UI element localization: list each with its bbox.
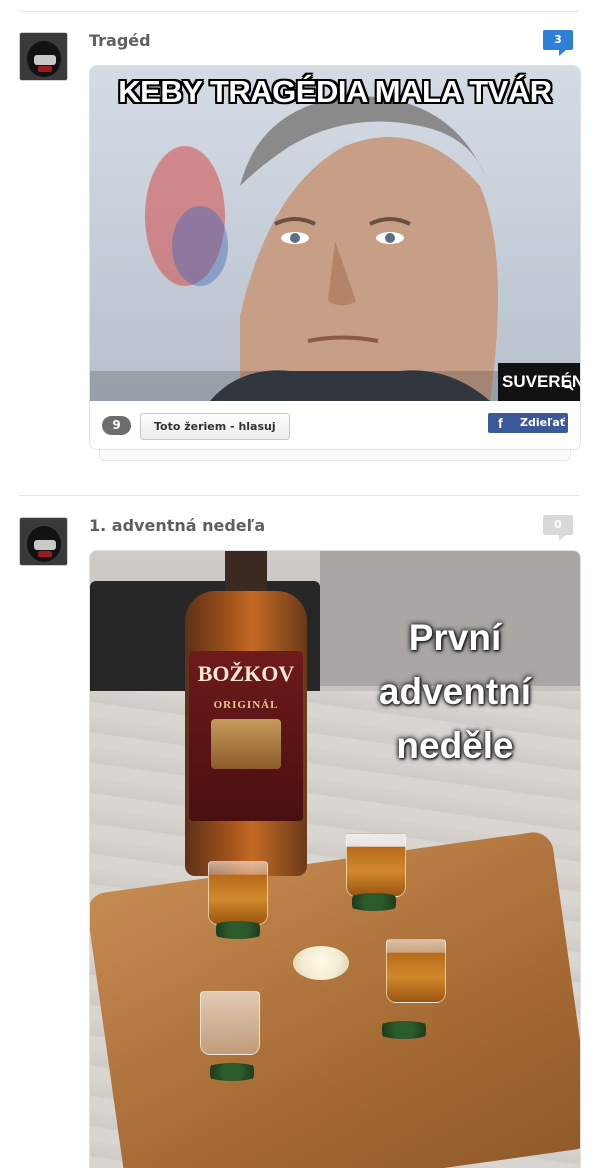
bottle-brand: BOŽKOV — [197, 661, 295, 686]
separator — [19, 11, 579, 12]
shot-glass-empty — [200, 991, 260, 1055]
comment-count-badge[interactable]: 0 — [543, 515, 573, 541]
post-actions: 9 Toto žeriem - hlasuj f Zdieľať — [90, 401, 580, 449]
tealight-candle — [293, 946, 349, 980]
post-card: BOŽKOV ORIGINÁL První adventní neděle — [89, 550, 581, 1168]
share-label: Zdieľať — [520, 416, 566, 429]
shot-glass — [208, 861, 268, 925]
pine-sprig — [208, 921, 268, 939]
avatar-image — [20, 33, 67, 80]
shot-glass — [386, 939, 446, 1003]
zoom-icon[interactable] — [562, 379, 574, 391]
bottle-label: BOŽKOV ORIGINÁL — [189, 651, 303, 821]
pine-sprig — [202, 1063, 262, 1081]
avatar[interactable] — [19, 517, 68, 566]
post-card: KEBY TRAGÉDIA MALA TVÁR SUVERÉN 9 Toto ž… — [89, 65, 581, 450]
meme-image[interactable]: BOŽKOV ORIGINÁL První adventní neděle — [90, 551, 580, 1168]
pine-sprig — [374, 1021, 434, 1039]
comment-count-badge[interactable]: 3 — [543, 30, 573, 56]
post-title[interactable]: Tragéd — [89, 31, 151, 50]
meme-caption: KEBY TRAGÉDIA MALA TVÁR — [118, 74, 552, 109]
ship-illustration — [211, 719, 281, 769]
meme-line-3: neděle — [396, 725, 514, 766]
bottle: BOŽKOV ORIGINÁL — [185, 551, 307, 881]
card-stack-shadow — [99, 450, 571, 461]
pine-sprig — [344, 893, 404, 911]
bottle-subtitle: ORIGINÁL — [213, 699, 279, 711]
shot-glass — [346, 833, 406, 897]
meme-image[interactable]: KEBY TRAGÉDIA MALA TVÁR SUVERÉN — [90, 66, 580, 401]
vote-count: 9 — [102, 416, 131, 435]
avatar-image — [20, 518, 67, 565]
meme-line-1: První — [408, 617, 502, 658]
avatar[interactable] — [19, 32, 68, 81]
comment-count: 3 — [554, 33, 562, 46]
meme-text: První adventní neděle — [335, 611, 575, 773]
post-feed: Tragéd 3 KEBY TRAGÉDIA MALA TVÁR SUVERÉN… — [0, 0, 600, 1168]
meme-line-2: adventní — [378, 671, 532, 712]
portrait-illustration — [145, 95, 498, 401]
comment-count: 0 — [554, 518, 562, 531]
facebook-icon: f — [498, 415, 503, 431]
vote-button[interactable]: Toto žeriem - hlasuj — [140, 413, 290, 440]
separator — [19, 495, 579, 496]
facebook-share-button[interactable]: f Zdieľať — [488, 413, 568, 433]
post-title[interactable]: 1. adventná nedeľa — [89, 516, 265, 535]
